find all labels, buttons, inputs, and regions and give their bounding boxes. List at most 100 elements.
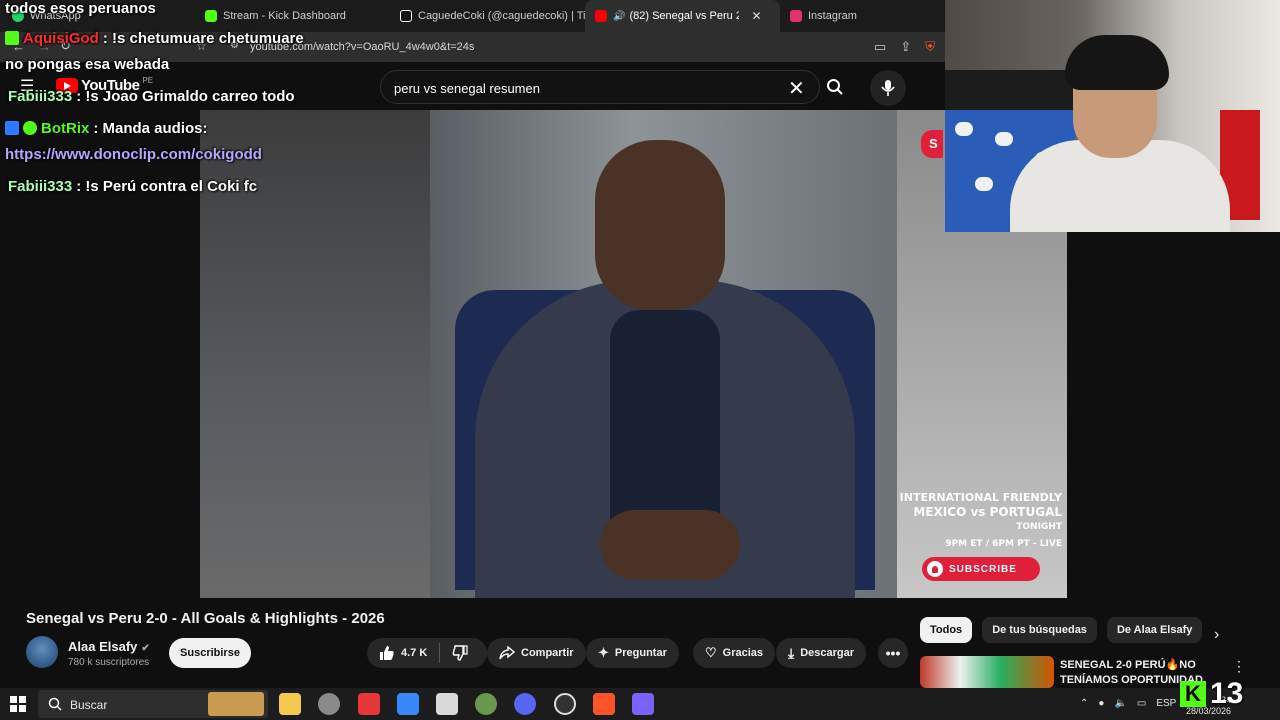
video-title: Senegal vs Peru 2-0 - All Goals & Highli…	[26, 610, 385, 627]
brave-icon[interactable]	[593, 693, 615, 715]
chat-link[interactable]: https://www.donoclip.com/cokigodd	[5, 146, 262, 163]
chat-text: : !s Joao Grimaldo carreo todo	[76, 88, 295, 105]
ask-button[interactable]: ✦ Preguntar	[586, 638, 679, 668]
promo-line: INTERNATIONAL FRIENDLY	[899, 491, 1062, 504]
channel-name-text: Alaa Elsafy	[68, 639, 138, 654]
recommended-thumbnail[interactable]	[920, 656, 1054, 688]
screen: WhatsApp Stream - Kick Dashboard Caguede…	[0, 0, 1280, 720]
chip-from-channel[interactable]: De Alaa Elsafy	[1106, 617, 1203, 643]
microphone-tray-icon[interactable]: ●	[1098, 698, 1104, 709]
chat-text: : !s chetumuare chetumuare	[102, 30, 304, 47]
webcam-person-hair	[1065, 35, 1169, 90]
search-icon	[827, 79, 843, 95]
ask-label: Preguntar	[614, 647, 667, 659]
sparkle-icon: ✦	[598, 645, 609, 660]
more-vertical-icon[interactable]: ⋮	[1232, 658, 1246, 675]
like-icon[interactable]	[379, 645, 395, 661]
download-icon: ⤓	[788, 644, 795, 661]
app-icon[interactable]	[397, 693, 419, 715]
tab-label: Instagram	[808, 10, 857, 22]
tab-youtube[interactable]: 🔊 (82) Senegal vs Peru 2-0 - All ✕	[585, 0, 780, 32]
like-count[interactable]: 4.7 K	[401, 647, 427, 659]
discord-icon[interactable]	[514, 693, 536, 715]
taskbar: Buscar ⌃ ● 🔈 ▭ ESP 34 28/03/2026	[0, 688, 1280, 720]
brave-shield-icon[interactable]: ⛨	[925, 39, 935, 55]
close-tab-icon[interactable]: ✕	[751, 9, 761, 23]
search-highlight-image	[208, 692, 264, 716]
thanks-heart-icon: ♡	[705, 645, 717, 660]
channel-watermark-icon[interactable]: S	[921, 130, 943, 158]
video-person-head	[595, 140, 725, 310]
video-shirt	[610, 310, 720, 530]
app-icon[interactable]	[358, 693, 380, 715]
tab-label: CaguedeCoki (@caguedecoki) | TikTok	[418, 10, 585, 22]
verified-badge-icon	[23, 121, 37, 135]
thanks-button[interactable]: ♡ Gracias	[693, 638, 776, 668]
download-button[interactable]: ⤓ Descargar	[776, 638, 867, 668]
search-button[interactable]	[822, 70, 848, 104]
gift-badge-icon	[5, 31, 19, 45]
chip-from-searches[interactable]: De tus búsquedas	[982, 617, 1097, 643]
subscribe-button[interactable]: Suscribirse	[169, 638, 251, 668]
channel-avatar[interactable]	[26, 636, 58, 668]
stream-chat-overlay: todos esos peruanos AquisiGod: !s chetum…	[0, 0, 420, 200]
right-column	[1067, 232, 1280, 612]
app-icon[interactable]	[436, 693, 458, 715]
address-bar-actions: ▭ ⇪ ⛨	[874, 39, 935, 55]
file-explorer-icon[interactable]	[279, 693, 301, 715]
share-page-icon[interactable]: ⇪	[900, 39, 911, 55]
video-person-hands	[600, 510, 740, 580]
bot-badge-icon	[5, 121, 19, 135]
chat-text: : Manda audios:	[93, 120, 208, 137]
channel-name[interactable]: Alaa Elsafy ✔	[68, 639, 150, 654]
tab-instagram[interactable]: Instagram	[780, 0, 920, 32]
volume-icon[interactable]: 🔈	[1114, 698, 1126, 709]
promo-line: 9PM ET / 6PM PT - LIVE	[945, 539, 1062, 549]
more-horizontal-icon: •••	[885, 645, 901, 661]
app-icon[interactable]	[632, 693, 654, 715]
share-button[interactable]: Compartir	[487, 638, 586, 668]
chat-username: AquisiGod	[23, 30, 99, 47]
windows-start-icon[interactable]	[10, 696, 26, 712]
youtube-icon	[595, 10, 607, 22]
obs-icon[interactable]	[554, 693, 576, 715]
chat-message: Fabiii333: !s Joao Grimaldo carreo todo	[8, 88, 295, 105]
recommendation-chips: Todos De tus búsquedas De Alaa Elsafy	[920, 617, 1280, 643]
webcam-overlay	[945, 0, 1280, 232]
subscribe-overlay: SUBSCRIBE	[922, 557, 1040, 581]
viewer-count: 13	[1210, 677, 1244, 710]
chat-message: AquisiGod: !s chetumuare chetumuare	[5, 30, 304, 47]
chat-message: https://www.donoclip.com/cokigodd	[5, 146, 262, 163]
subscribe-overlay-label: SUBSCRIBE	[949, 563, 1017, 575]
chat-message: todos esos peruanos	[5, 0, 156, 17]
chat-text: todos esos peruanos	[5, 0, 156, 17]
promo-line: TONIGHT	[1016, 522, 1062, 532]
cast-icon[interactable]: ▭	[874, 39, 886, 55]
viewer-count-overlay: K 13	[1180, 677, 1243, 711]
download-label: Descargar	[800, 647, 855, 659]
taskbar-search[interactable]: Buscar	[38, 690, 268, 718]
promo-line: MEXICO vs PORTUGAL	[913, 505, 1062, 519]
more-actions-button[interactable]: •••	[878, 638, 908, 668]
clear-search-icon[interactable]: ✕	[788, 76, 805, 101]
chat-text: no pongas esa webada	[5, 56, 170, 73]
instagram-icon	[790, 10, 802, 22]
kick-logo-icon: K	[1180, 681, 1206, 707]
chat-message: BotRix: Manda audios:	[5, 120, 208, 137]
system-tray: ⌃ ● 🔈 ▭ ESP	[1080, 698, 1176, 709]
chip-todos[interactable]: Todos	[920, 617, 973, 643]
chevron-up-icon[interactable]: ⌃	[1080, 698, 1088, 709]
verified-icon: ✔	[141, 643, 150, 654]
dislike-icon[interactable]	[452, 645, 468, 661]
voice-search-button[interactable]	[870, 70, 906, 106]
subscriber-count: 780 k suscriptores	[68, 657, 150, 668]
search-box[interactable]: peru vs senegal resumen ✕	[380, 70, 820, 104]
app-icon[interactable]	[475, 693, 497, 715]
chat-message: Fabiii333: !s Perú contra el Coki fc	[8, 178, 257, 195]
network-icon[interactable]: ▭	[1137, 698, 1146, 709]
app-icon[interactable]	[318, 693, 340, 715]
bell-icon	[927, 561, 943, 577]
like-dislike-group: 4.7 K	[367, 638, 487, 668]
language-indicator[interactable]: ESP	[1156, 698, 1176, 709]
chevron-right-icon[interactable]: ›	[1214, 626, 1219, 644]
